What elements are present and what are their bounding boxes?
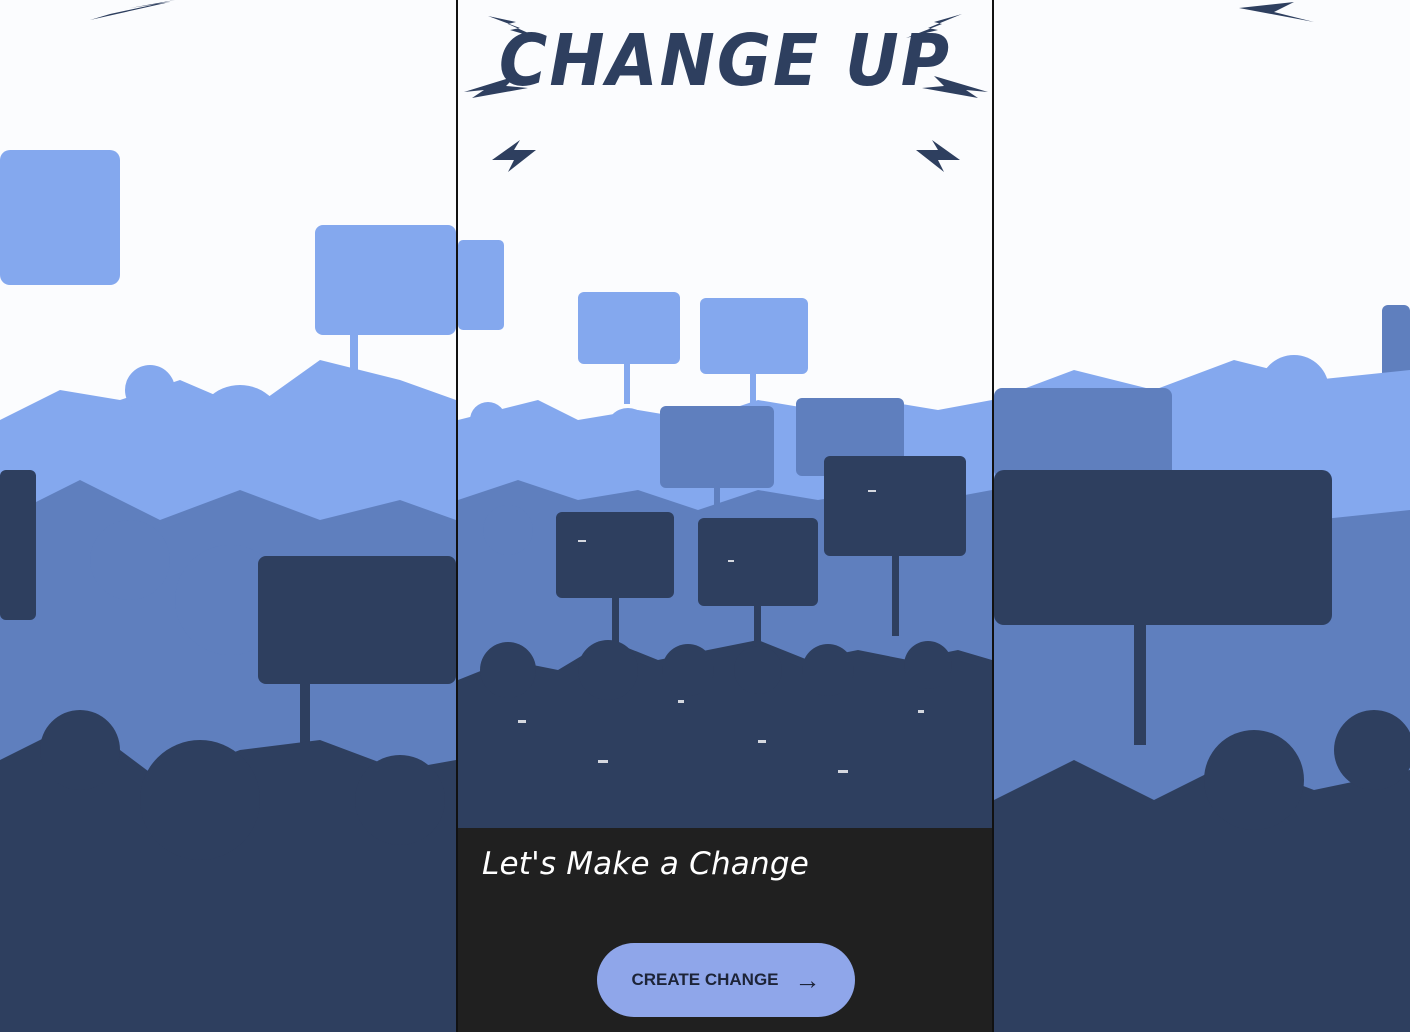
- app-title: CHANGE UP: [498, 18, 952, 103]
- hero-illustration: CHANGE UP: [458, 0, 992, 828]
- bottom-panel: Let's Make a Change CREATE CHANGE →: [458, 828, 992, 1032]
- background-crowd-left: [0, 0, 456, 1032]
- create-change-button[interactable]: CREATE CHANGE →: [597, 943, 855, 1017]
- phone-screen: CHANGE UP Let's Make a Change CREATE CHA…: [456, 0, 994, 1032]
- tagline: Let's Make a Change: [482, 846, 809, 882]
- create-change-label: CREATE CHANGE: [631, 970, 779, 989]
- background-crowd-right: [994, 0, 1410, 1032]
- arrow-right-icon: →: [794, 965, 821, 995]
